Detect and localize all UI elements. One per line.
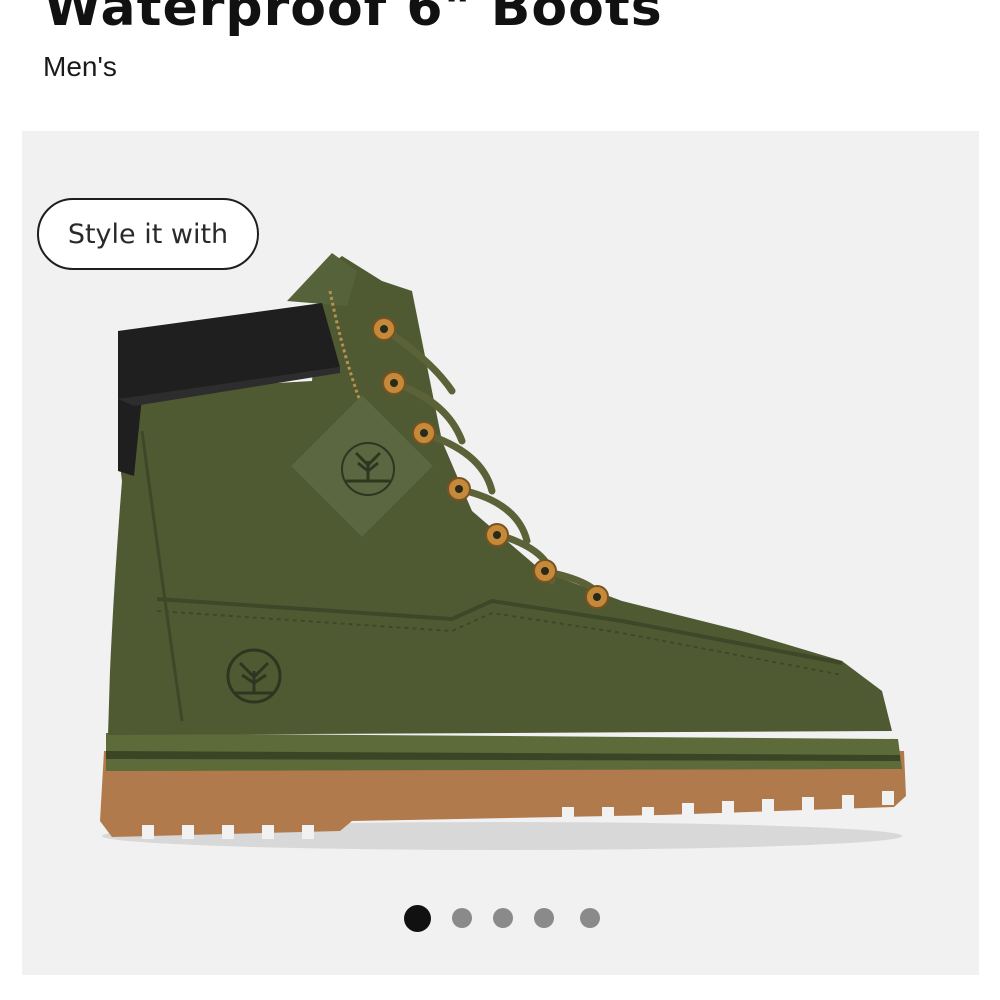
product-image-gallery[interactable]: Style it with	[22, 131, 979, 975]
carousel-indicators	[22, 903, 979, 933]
carousel-dot-3[interactable]	[493, 908, 513, 928]
carousel-dot-1[interactable]	[404, 905, 431, 932]
style-it-with-button[interactable]: Style it with	[37, 198, 259, 270]
product-category: Men's	[43, 51, 117, 82]
product-title: Waterproof 6" Boots	[44, 0, 663, 38]
product-page: Waterproof 6" Boots Men's Style it with	[0, 0, 1000, 1000]
carousel-dot-4[interactable]	[534, 908, 554, 928]
carousel-dot-2[interactable]	[452, 908, 472, 928]
carousel-dot-5[interactable]	[580, 908, 600, 928]
